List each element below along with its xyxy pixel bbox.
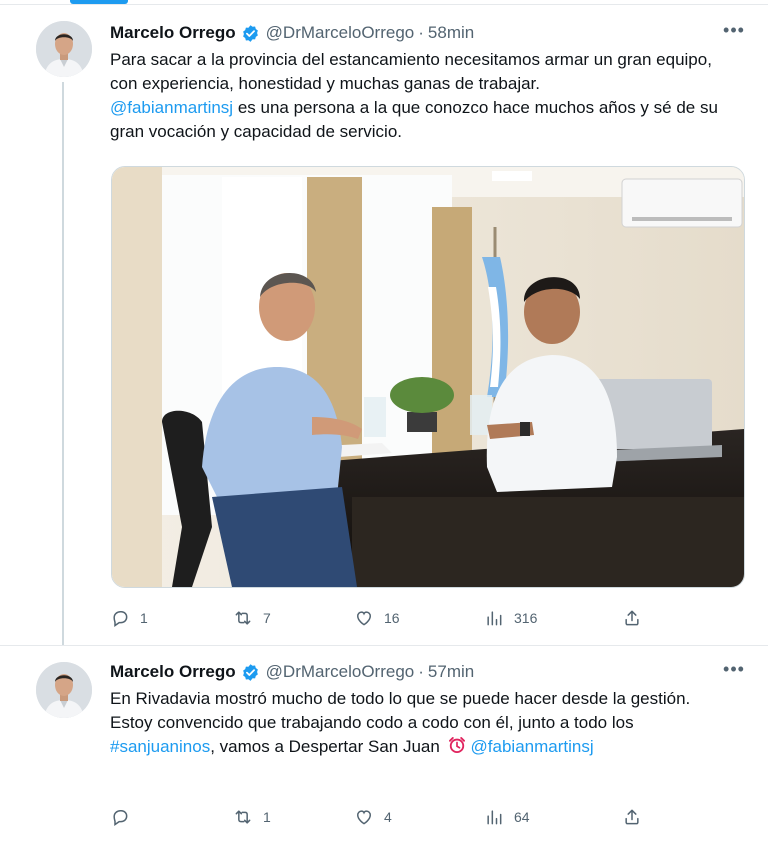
photo-two-men-meeting-office [112, 167, 744, 587]
tweet-timestamp[interactable]: 57min [428, 662, 474, 682]
thread-connector-line [62, 82, 64, 645]
retweet-count: 1 [263, 809, 271, 825]
views-button[interactable]: 316 [484, 606, 537, 630]
author-avatar[interactable] [36, 21, 92, 77]
reply-icon [113, 810, 128, 826]
mention-link[interactable]: @fabianmartinsj [471, 737, 594, 756]
reply-count: 1 [140, 610, 148, 626]
verified-badge-icon [241, 663, 260, 682]
person-avatar-icon [36, 662, 92, 718]
views-chart-icon [487, 611, 502, 626]
views-button[interactable]: 64 [484, 805, 530, 829]
more-options-icon[interactable]: ••• [722, 660, 746, 684]
tweet-photo[interactable] [111, 166, 745, 588]
alarm-clock-icon [447, 735, 467, 762]
author-name[interactable]: Marcelo Orrego [110, 23, 236, 43]
reply-icon [113, 611, 128, 627]
separator-dot: · [418, 662, 424, 681]
view-count: 316 [514, 610, 538, 626]
reply-button[interactable] [110, 805, 140, 829]
tweet-header: Marcelo Orrego @DrMarceloOrrego · 57min [110, 660, 474, 684]
retweet-icon [235, 810, 251, 824]
author-avatar[interactable] [36, 662, 92, 718]
tweet-text: Para sacar a la provincia del estancamie… [110, 48, 740, 144]
reply-button[interactable]: 1 [110, 606, 148, 630]
tweet-actions: 1 7 16 316 [110, 606, 650, 630]
retweet-count: 7 [263, 610, 271, 626]
tweet-text-line: Para sacar a la provincia del estancamie… [110, 50, 712, 93]
separator-dot: · [418, 23, 424, 42]
like-button[interactable]: 4 [354, 805, 392, 829]
retweet-button[interactable]: 7 [233, 606, 271, 630]
share-icon [625, 610, 639, 626]
like-count: 16 [384, 610, 400, 626]
author-handle[interactable]: @DrMarceloOrrego [266, 23, 415, 43]
author-name[interactable]: Marcelo Orrego [110, 662, 236, 682]
like-button[interactable]: 16 [354, 606, 400, 630]
tweet-text: En Rivadavia mostró mucho de todo lo que… [110, 687, 740, 762]
verified-badge-icon [241, 24, 260, 43]
tweet-text-line: En Rivadavia mostró mucho de todo lo que… [110, 689, 691, 708]
hashtag-link[interactable]: #sanjuaninos [110, 737, 210, 756]
view-count: 64 [514, 809, 530, 825]
retweet-icon [235, 611, 251, 625]
tweet-header: Marcelo Orrego @DrMarceloOrrego · 58min [110, 21, 474, 45]
tweet-timestamp[interactable]: 58min [428, 23, 474, 43]
heart-icon [356, 810, 372, 825]
heart-icon [356, 611, 372, 626]
share-button[interactable] [622, 606, 652, 630]
tweet-text-line: , vamos a Despertar San Juan [210, 737, 445, 756]
person-avatar-icon [36, 21, 92, 77]
retweet-button[interactable]: 1 [233, 805, 271, 829]
mention-link[interactable]: @fabianmartinsj [110, 98, 233, 117]
author-handle[interactable]: @DrMarceloOrrego [266, 662, 415, 682]
share-button[interactable] [622, 805, 652, 829]
like-count: 4 [384, 809, 392, 825]
views-chart-icon [487, 810, 502, 825]
share-icon [625, 809, 639, 825]
tweet-actions: 1 4 64 [110, 805, 650, 829]
tweet-text-line: Estoy convencido que trabajando codo a c… [110, 713, 634, 732]
more-options-icon[interactable]: ••• [722, 21, 746, 45]
